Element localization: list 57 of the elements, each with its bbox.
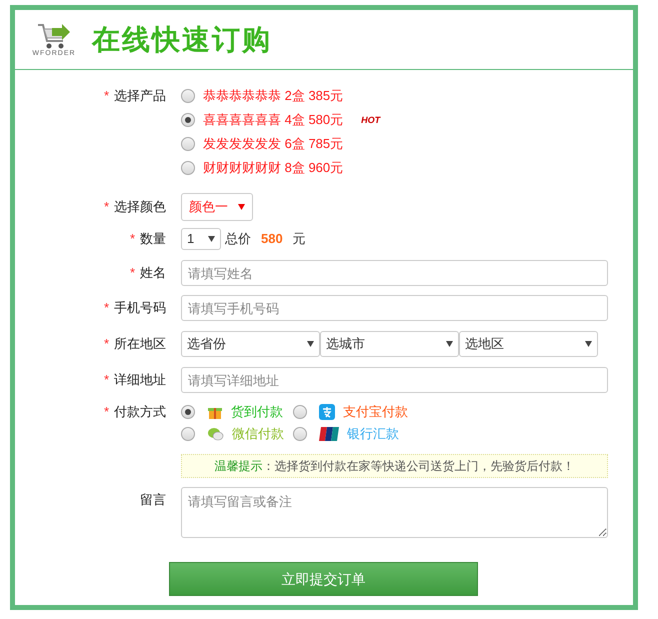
payment-logo-icon	[319, 404, 335, 420]
caret-icon	[446, 341, 453, 347]
required-mark: *	[104, 198, 109, 216]
field-label: 详细地址	[114, 371, 166, 390]
product-option: 发发发发发发 6盒 785元	[203, 134, 344, 154]
required-mark: *	[104, 299, 109, 318]
radio-button[interactable]	[181, 113, 195, 127]
chat-bubbles-icon	[207, 426, 224, 442]
card-logo-icon	[319, 427, 339, 441]
name-field[interactable]: 请填写姓名	[181, 260, 608, 286]
region-select[interactable]: 选城市	[320, 331, 459, 357]
field-label: 姓名	[140, 264, 166, 282]
radio-button[interactable]	[181, 405, 195, 419]
radio-button[interactable]	[181, 89, 195, 103]
caret-icon	[585, 341, 592, 347]
payment-option: 银行汇款	[347, 424, 399, 444]
required-mark: *	[104, 335, 109, 354]
address-field[interactable]: 请填写详细地址	[181, 367, 608, 393]
field-label: 数量	[140, 230, 166, 248]
total-label: 总价	[225, 230, 251, 248]
caret-icon	[307, 341, 314, 347]
phone-field[interactable]: 请填写手机号码	[181, 295, 608, 321]
field-label: 手机号码	[114, 299, 166, 318]
required-mark: *	[130, 264, 135, 282]
field-label: 选择产品	[114, 87, 166, 106]
product-option: 财财财财财财 8盒 960元	[203, 158, 344, 178]
tip-text: 温馨提示：选择货到付款在家等快递公司送货上门，先验货后付款！	[214, 458, 574, 475]
radio-button[interactable]	[293, 405, 307, 419]
total-price: 580	[261, 230, 283, 248]
required-mark: *	[104, 403, 109, 422]
payment-option: 支付宝付款	[343, 402, 408, 422]
payment-option: 微信付款	[232, 424, 284, 444]
shopping-cart-icon	[36, 22, 72, 50]
radio-button[interactable]	[293, 427, 307, 441]
product-option: 恭恭恭恭恭恭 2盒 385元	[203, 86, 344, 106]
required-mark: *	[104, 371, 109, 390]
radio-button[interactable]	[181, 161, 195, 175]
required-mark: *	[104, 87, 109, 106]
hot-label: HOT	[361, 116, 380, 124]
caret-icon	[208, 236, 215, 242]
region-select[interactable]: 选省份	[181, 331, 320, 357]
required-mark: *	[130, 230, 135, 248]
caret-icon	[238, 204, 245, 210]
payment-option: 货到付款	[231, 402, 283, 422]
quantity-select[interactable]: 1	[181, 228, 221, 250]
field-label: 付款方式	[114, 403, 166, 422]
page-title: 在线快速订购	[92, 22, 272, 56]
field-label: 所在地区	[114, 335, 166, 354]
region-select[interactable]: 选地区	[459, 331, 598, 357]
currency-unit: 元	[292, 230, 306, 248]
radio-button[interactable]	[181, 137, 195, 151]
product-option: 喜喜喜喜喜喜 4盒 580元	[203, 110, 344, 130]
radio-button[interactable]	[181, 427, 195, 441]
message-field[interactable]: 请填写留言或备注	[181, 487, 608, 538]
color-select[interactable]: 颜色一	[181, 193, 253, 221]
field-label: 选择颜色	[114, 198, 166, 216]
field-label: 留言	[140, 491, 166, 510]
